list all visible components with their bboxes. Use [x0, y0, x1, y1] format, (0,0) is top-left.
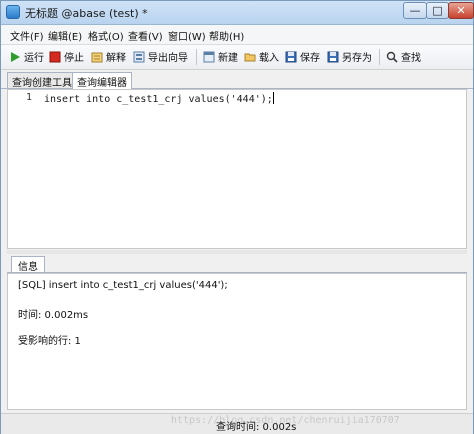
export-wizard-label: 导出向导 — [148, 53, 188, 64]
new-button[interactable]: 新建 — [203, 48, 238, 65]
menu-window[interactable]: 窗口(W) — [168, 28, 206, 43]
find-label: 查找 — [401, 53, 421, 64]
explain-icon — [91, 51, 103, 63]
info-sql-line: [SQL] insert into c_test1_crj values('44… — [18, 280, 228, 291]
window-title: 无标题 @abase (test) * — [25, 7, 148, 20]
menu-help[interactable]: 帮助(H) — [209, 28, 244, 43]
save-as-icon — [327, 51, 339, 63]
save-as-label: 另存为 — [342, 53, 372, 64]
run-label: 运行 — [24, 53, 44, 64]
export-icon — [133, 51, 145, 63]
menu-format[interactable]: 格式(O) — [88, 28, 124, 43]
code-line[interactable]: insert into c_test1_crj values('444'); — [44, 92, 274, 105]
app-icon — [6, 5, 20, 19]
save-icon — [285, 51, 297, 63]
status-bar: https://blog.csdn.net/chenruijia170707 查… — [1, 413, 473, 434]
panel-splitter[interactable] — [7, 250, 467, 254]
menu-bar: 文件(F) 编辑(E) 格式(O) 查看(V) 窗口(W) 帮助(H) — [1, 25, 473, 45]
info-panel: [SQL] insert into c_test1_crj values('44… — [7, 273, 467, 410]
line-number: 1 — [26, 92, 33, 103]
menu-file[interactable]: 文件(F) — [10, 28, 44, 43]
menu-edit[interactable]: 编辑(E) — [48, 28, 82, 43]
menu-view[interactable]: 查看(V) — [128, 28, 163, 43]
new-query-icon — [203, 51, 215, 63]
stop-label: 停止 — [64, 53, 84, 64]
export-wizard-button[interactable]: 导出向导 — [133, 48, 188, 65]
info-tab-strip: 信息 — [7, 255, 467, 273]
stop-icon — [49, 51, 61, 63]
folder-icon — [244, 51, 256, 63]
query-time-status: 查询时间: 0.002s — [216, 422, 297, 433]
run-button[interactable]: 运行 — [9, 48, 44, 65]
tab-info[interactable]: 信息 — [11, 256, 45, 273]
toolbar: 运行 停止 解释 导出向导 新建 载入 保存 另存为 查找 — [1, 45, 473, 70]
tab-strip: 查询创建工具 查询编辑器 — [1, 70, 473, 89]
close-button[interactable]: ✕ — [448, 2, 474, 19]
search-icon — [386, 51, 398, 63]
tab-query-editor[interactable]: 查询编辑器 — [72, 72, 132, 89]
new-label: 新建 — [218, 53, 238, 64]
load-label: 载入 — [259, 53, 279, 64]
text-caret — [272, 92, 274, 104]
maximize-button[interactable]: □ — [426, 2, 449, 19]
stop-button[interactable]: 停止 — [49, 48, 84, 65]
code-text: insert into c_test1_crj values('444'); — [44, 94, 273, 105]
line-gutter: 1 — [8, 90, 42, 248]
toolbar-separator — [379, 49, 380, 65]
save-button[interactable]: 保存 — [285, 48, 320, 65]
load-button[interactable]: 载入 — [244, 48, 279, 65]
play-icon — [9, 51, 21, 63]
info-time-line: 时间: 0.002ms — [18, 310, 89, 321]
minimize-button[interactable]: — — [403, 2, 427, 19]
explain-label: 解释 — [106, 53, 126, 64]
save-label: 保存 — [300, 53, 320, 64]
explain-button[interactable]: 解释 — [91, 48, 126, 65]
tab-query-builder[interactable]: 查询创建工具 — [7, 72, 77, 89]
title-bar[interactable]: 无标题 @abase (test) * — □ ✕ — [1, 1, 474, 25]
find-button[interactable]: 查找 — [386, 48, 421, 65]
query-editor[interactable]: 1 insert into c_test1_crj values('444'); — [7, 89, 467, 249]
info-affected-rows-line: 受影响的行: 1 — [18, 336, 81, 347]
save-as-button[interactable]: 另存为 — [327, 48, 372, 65]
toolbar-separator — [196, 49, 197, 65]
app-window: 无标题 @abase (test) * — □ ✕ 文件(F) 编辑(E) 格式… — [0, 0, 474, 434]
